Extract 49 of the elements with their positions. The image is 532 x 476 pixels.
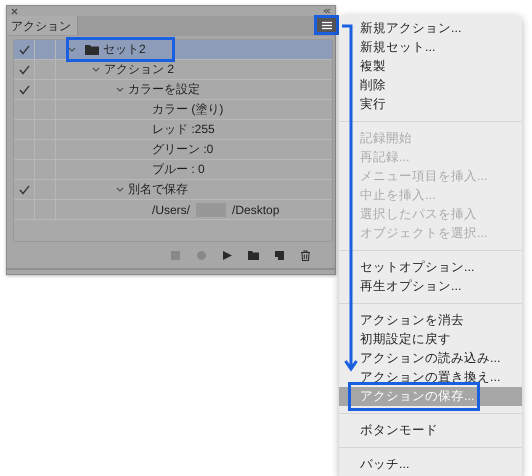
close-icon[interactable] — [11, 8, 18, 15]
menu-icon — [322, 20, 332, 30]
menu-item[interactable]: アクションの読み込み... — [339, 349, 522, 368]
folder-icon[interactable] — [248, 250, 259, 261]
menu-item[interactable]: 新規アクション... — [339, 19, 522, 38]
menu-item[interactable]: バッチ... — [339, 455, 522, 474]
menu-item[interactable]: 再生オプション... — [339, 277, 522, 296]
row-label: カラー (塗り) — [152, 101, 224, 118]
list-row[interactable]: レッド :255 — [14, 120, 332, 140]
menu-item[interactable]: アクションを消去 — [339, 311, 522, 330]
check-icon[interactable] — [18, 64, 30, 75]
list-row[interactable]: グリーン :0 — [14, 140, 332, 160]
trash-icon[interactable] — [300, 250, 311, 261]
list-row[interactable]: /Users/ /Desktop — [14, 200, 332, 220]
chevron-down-icon[interactable] — [68, 47, 76, 52]
menu-item[interactable]: 複製 — [339, 57, 522, 76]
row-label: 別名で保存 — [128, 181, 188, 198]
chevron-down-icon[interactable] — [116, 187, 124, 192]
list-row[interactable]: カラーを設定 — [14, 80, 332, 100]
path-text: /Desktop — [232, 202, 280, 217]
chevron-down-icon[interactable] — [116, 87, 124, 92]
collapse-icon[interactable] — [323, 8, 331, 14]
row-label: セット2 — [103, 41, 146, 58]
list-row[interactable]: 別名で保存 — [14, 180, 332, 200]
row-label: ブルー : 0 — [152, 161, 205, 178]
menu-button[interactable] — [314, 15, 339, 36]
menu-item[interactable]: セットオプション... — [339, 258, 522, 277]
play-icon[interactable] — [222, 250, 233, 261]
folder-icon — [85, 44, 99, 56]
row-label: アクション 2 — [104, 61, 174, 78]
row-label: レッド :255 — [152, 121, 215, 138]
check-icon[interactable] — [18, 184, 30, 195]
panel-tab[interactable]: アクション — [7, 16, 78, 36]
row-label: グリーン :0 — [152, 141, 214, 158]
menu-item[interactable]: 削除 — [339, 76, 522, 95]
menu-item[interactable]: ボタンモード — [339, 421, 522, 440]
selected-row[interactable]: セット2 — [14, 40, 332, 60]
list-row[interactable]: ブルー : 0 — [14, 160, 332, 180]
menu-item[interactable]: 初期設定に戻す — [339, 330, 522, 349]
list-row[interactable]: アクション 2 — [14, 60, 332, 80]
check-icon[interactable] — [18, 44, 30, 55]
menu-item[interactable]: 実行 — [339, 95, 522, 114]
row-label: カラーを設定 — [128, 81, 200, 98]
list-row[interactable]: カラー (塗り) — [14, 100, 332, 120]
menu-item[interactable]: 新規セット... — [339, 38, 522, 57]
new-item-icon[interactable] — [274, 250, 285, 261]
chevron-down-icon[interactable] — [92, 67, 100, 72]
check-icon[interactable] — [18, 84, 30, 95]
path-text: /Users/ — [152, 202, 190, 217]
